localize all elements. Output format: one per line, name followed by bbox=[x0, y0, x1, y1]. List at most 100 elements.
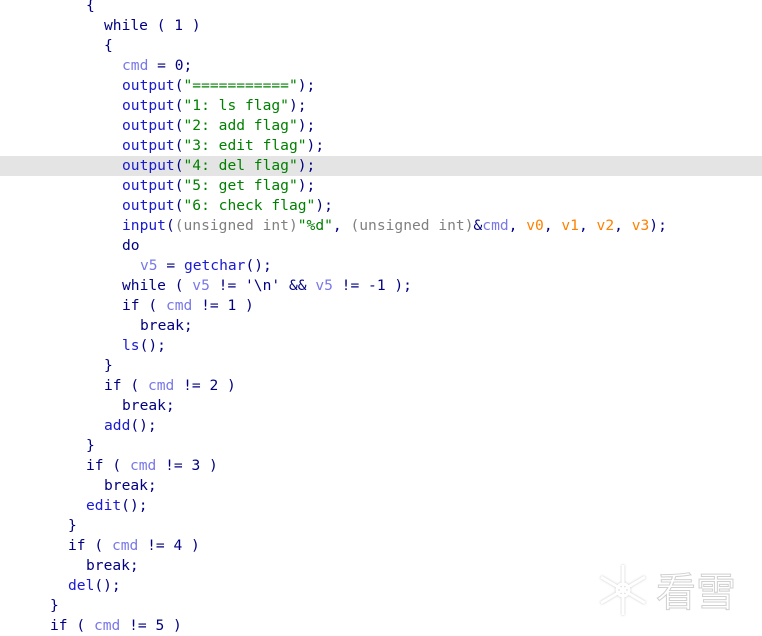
code-token: != 2 ) bbox=[174, 377, 236, 394]
code-token: ); bbox=[297, 157, 316, 174]
code-token: v5 bbox=[192, 277, 210, 294]
code-token: , bbox=[614, 217, 632, 234]
code-token: ); bbox=[297, 77, 316, 94]
code-line[interactable]: add(); bbox=[0, 416, 762, 436]
code-line[interactable]: do bbox=[0, 236, 762, 256]
code-line[interactable]: edit(); bbox=[0, 496, 762, 516]
code-token: cmd bbox=[482, 217, 509, 234]
code-token: output bbox=[122, 177, 175, 194]
code-token: while ( 1 ) bbox=[104, 17, 201, 34]
code-token: != 1 ) bbox=[192, 297, 254, 314]
code-token: if ( bbox=[86, 457, 130, 474]
code-token: != 3 ) bbox=[156, 457, 218, 474]
code-line[interactable]: break; bbox=[0, 476, 762, 496]
code-token: (); bbox=[130, 417, 157, 434]
code-line[interactable]: output("5: get flag"); bbox=[0, 176, 762, 196]
code-token: ); bbox=[315, 197, 333, 214]
code-token: "4: del flag" bbox=[183, 157, 298, 174]
code-token: = bbox=[157, 257, 184, 274]
code-token: "2: add flag" bbox=[183, 117, 298, 134]
code-line[interactable]: break; bbox=[0, 396, 762, 416]
code-token: (); bbox=[94, 577, 121, 594]
code-token: ( bbox=[174, 97, 184, 114]
code-line[interactable]: if ( cmd != 3 ) bbox=[0, 456, 762, 476]
watermark-text: 看雪 bbox=[656, 570, 736, 616]
watermark: 看雪 bbox=[600, 565, 737, 617]
code-token: del bbox=[68, 577, 95, 594]
code-line[interactable]: if ( cmd != 1 ) bbox=[0, 296, 762, 316]
code-token: } bbox=[50, 597, 59, 614]
code-line[interactable]: ls(); bbox=[0, 336, 762, 356]
code-token: output bbox=[122, 97, 175, 114]
code-token: v0 bbox=[526, 217, 544, 234]
code-token: cmd bbox=[129, 457, 157, 474]
code-token: output bbox=[122, 197, 175, 214]
code-token: (); bbox=[245, 257, 272, 274]
code-line[interactable]: output("6: check flag"); bbox=[0, 196, 762, 216]
pseudocode-view[interactable]: {while ( 1 ){cmd = 0; output("===========… bbox=[0, 0, 762, 636]
code-token: cmd bbox=[93, 617, 121, 634]
code-line[interactable]: while ( v5 != '\n' && v5 != -1 ); bbox=[0, 276, 762, 296]
code-token: while ( bbox=[122, 277, 193, 294]
code-token: output bbox=[122, 157, 175, 174]
code-token: (); bbox=[121, 497, 148, 514]
code-line[interactable]: break; bbox=[0, 316, 762, 336]
code-token: output bbox=[122, 117, 175, 134]
code-token: v5 bbox=[140, 257, 158, 274]
code-token: cmd bbox=[111, 537, 139, 554]
code-token: (); bbox=[139, 337, 166, 354]
code-token: , bbox=[543, 217, 562, 234]
code-token: , bbox=[332, 217, 351, 234]
code-token: if ( bbox=[122, 297, 166, 314]
code-token: do bbox=[122, 237, 140, 254]
code-token: ); bbox=[297, 177, 316, 194]
code-line[interactable]: input((unsigned int)"%d", (unsigned int)… bbox=[0, 216, 762, 236]
code-line[interactable]: output("1: ls flag"); bbox=[0, 96, 762, 116]
code-line[interactable]: if ( cmd != 4 ) bbox=[0, 536, 762, 556]
code-line[interactable]: } bbox=[0, 516, 762, 536]
code-line[interactable]: } bbox=[0, 436, 762, 456]
code-line[interactable]: output("2: add flag"); bbox=[0, 116, 762, 136]
code-token: if ( bbox=[50, 617, 94, 634]
code-token: } bbox=[68, 517, 77, 534]
code-token: } bbox=[104, 357, 113, 374]
code-token: cmd bbox=[122, 57, 149, 74]
code-line[interactable]: { bbox=[0, 36, 762, 56]
code-token: cmd bbox=[147, 377, 175, 394]
code-token: (unsigned int) bbox=[350, 217, 474, 234]
code-line[interactable]: while ( 1 ) bbox=[0, 16, 762, 36]
code-token: edit bbox=[86, 497, 122, 514]
code-token: output bbox=[122, 137, 175, 154]
code-token: ( bbox=[165, 217, 175, 234]
code-token: break; bbox=[86, 557, 139, 574]
snowflake-icon bbox=[600, 565, 646, 615]
code-token: if ( bbox=[104, 377, 148, 394]
code-line[interactable]: output("3: edit flag"); bbox=[0, 136, 762, 156]
code-line[interactable]: cmd = 0; bbox=[0, 56, 762, 76]
code-token: "%d" bbox=[297, 217, 333, 234]
code-token: ); bbox=[649, 217, 667, 234]
code-token: & bbox=[473, 217, 483, 234]
code-token: ); bbox=[306, 137, 325, 154]
code-token: ( bbox=[174, 177, 184, 194]
code-token: "5: get flag" bbox=[183, 177, 298, 194]
code-line[interactable]: if ( cmd != 2 ) bbox=[0, 376, 762, 396]
code-token: if ( bbox=[68, 537, 112, 554]
code-token: } bbox=[86, 437, 95, 454]
code-token: v3 bbox=[631, 217, 650, 234]
code-line[interactable]: { bbox=[0, 0, 762, 16]
code-token: ); bbox=[297, 117, 316, 134]
code-token: "1: ls flag" bbox=[183, 97, 289, 114]
code-line[interactable]: output("4: del flag"); bbox=[0, 156, 762, 176]
code-token: break; bbox=[140, 317, 193, 334]
code-token: "===========" bbox=[183, 77, 298, 94]
code-token: != -1 ); bbox=[332, 277, 412, 294]
code-token: input bbox=[122, 217, 166, 234]
code-token: != 4 ) bbox=[138, 537, 200, 554]
code-token: != '\n' && bbox=[209, 277, 316, 294]
code-token: v1 bbox=[561, 217, 579, 234]
code-line[interactable]: output("==========="); bbox=[0, 76, 762, 96]
code-line[interactable]: } bbox=[0, 356, 762, 376]
code-token: ); bbox=[288, 97, 307, 114]
code-line[interactable]: v5 = getchar(); bbox=[0, 256, 762, 276]
